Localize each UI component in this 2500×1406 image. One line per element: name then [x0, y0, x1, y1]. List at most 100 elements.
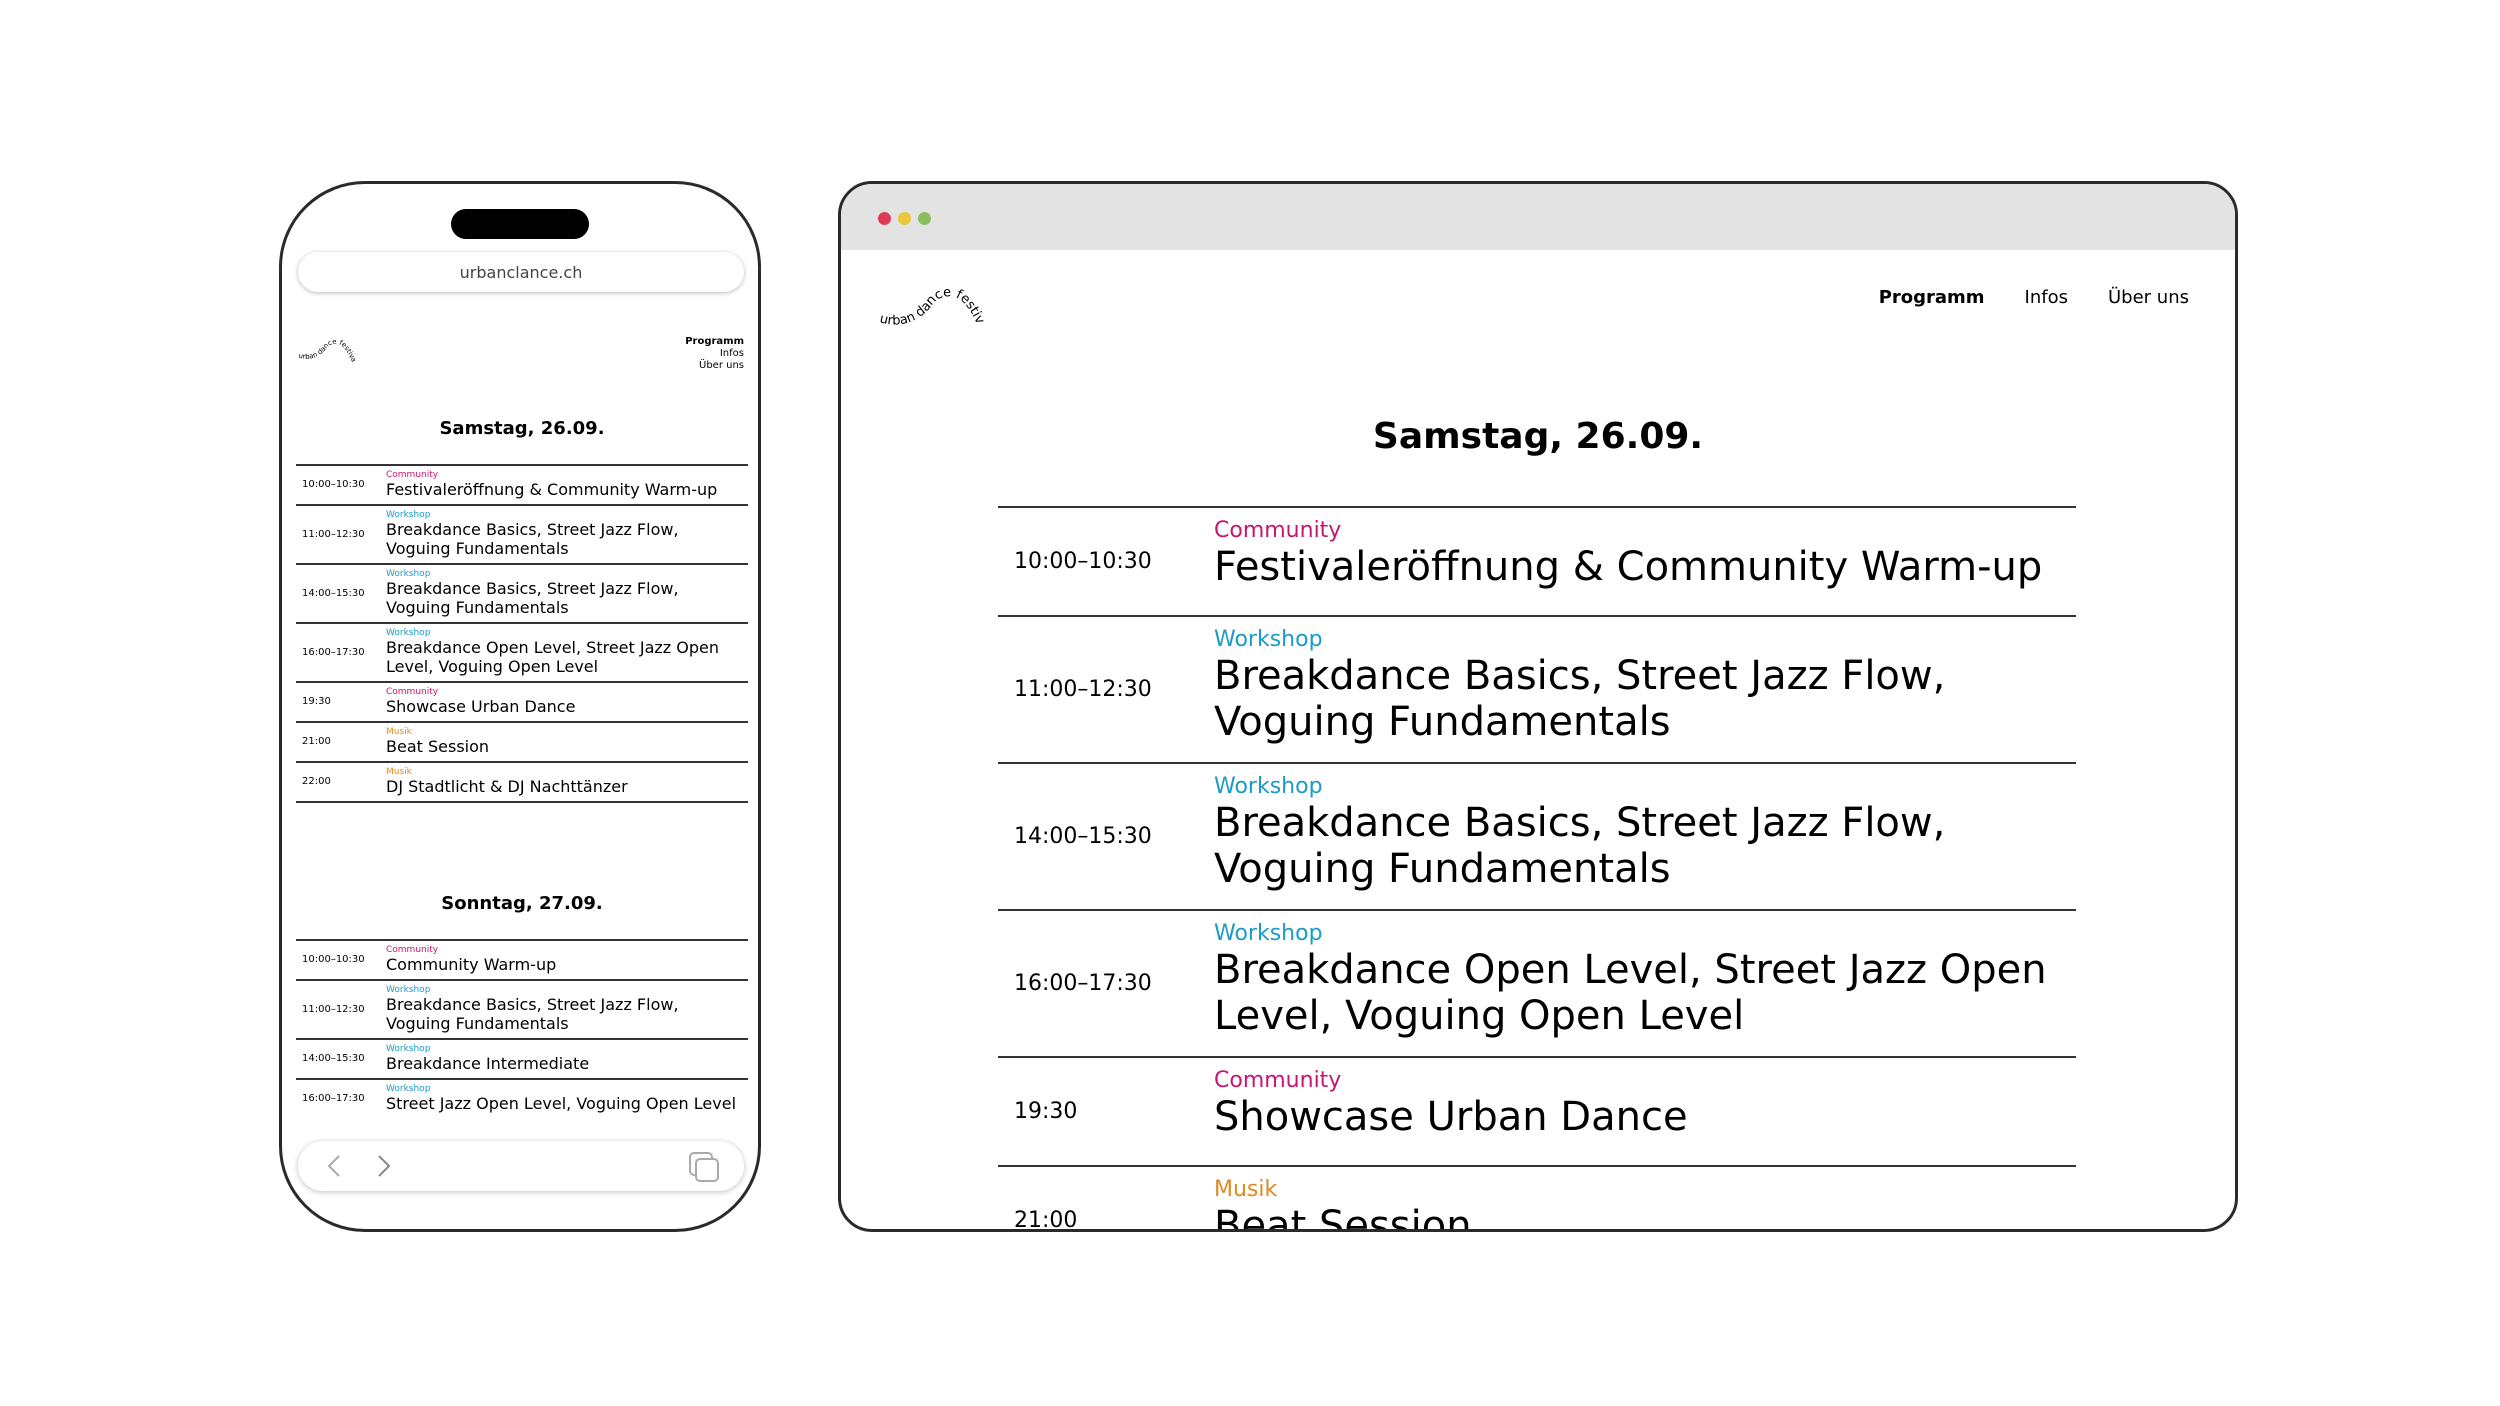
desktop-main-nav: Programm Infos Über uns [1879, 287, 2189, 308]
event-category: Workshop [1214, 921, 1323, 946]
schedule-row[interactable]: 16:00–17:30 Workshop Street Jazz Open Leve… [296, 1080, 748, 1114]
event-category: Workshop [386, 985, 431, 995]
schedule-row[interactable]: 10:00–10:30 Community Festivaleröffnung & … [998, 508, 2076, 617]
event-title: Showcase Urban Dance [1214, 1094, 1688, 1140]
phone-nav-programm[interactable]: Programm [685, 336, 744, 348]
event-body: Workshop Breakdance Basics, Street Jazz F… [386, 985, 748, 1033]
phone-mockup: urbanclance.ch urban dance festival Prog… [279, 181, 761, 1232]
phone-address-bar[interactable]: urbanclance.ch [298, 252, 744, 292]
event-body: Community Showcase Urban Dance [1214, 1058, 2076, 1165]
event-title: Showcase Urban Dance [386, 697, 576, 716]
event-body: Workshop Breakdance Intermediate [386, 1044, 748, 1073]
schedule-row[interactable]: 16:00–17:30 Workshop Breakdance Open Level… [998, 911, 2076, 1058]
back-arrow-icon[interactable] [322, 1153, 348, 1179]
schedule-row[interactable]: 19:30 Community Showcase Urban Dance [998, 1058, 2076, 1167]
maximize-window-dot[interactable] [918, 212, 931, 225]
event-category: Musik [386, 767, 412, 777]
event-category: Community [1214, 1068, 1342, 1093]
schedule-list: 10:00–10:30 Community Festivaleröffnung & … [296, 464, 748, 803]
event-time: 16:00–17:30 [1014, 971, 1152, 996]
event-body: Musik Beat Session [1214, 1167, 2076, 1232]
event-title: DJ Stadtlicht & DJ Nachttänzer [386, 777, 628, 796]
event-time: 10:00–10:30 [302, 954, 365, 965]
day-heading: Samstag, 26.09. [439, 418, 605, 439]
schedule-row[interactable]: 22:00 Musik DJ Stadtlicht & DJ Nachttänzer [296, 763, 748, 803]
event-title: Beat Session [386, 737, 490, 756]
event-category: Community [386, 687, 439, 697]
svg-text:urban dance festival: urban dance festival [875, 280, 987, 329]
event-time: 16:00–17:30 [302, 1093, 365, 1104]
tabs-icon[interactable] [686, 1149, 722, 1185]
phone-main-nav: Programm Infos Über uns [685, 336, 744, 372]
event-body: Community Festivaleröffnung & Community W… [1214, 508, 2076, 615]
phone-url-text: urbanclance.ch [459, 262, 583, 282]
nav-programm[interactable]: Programm [1879, 287, 1985, 308]
event-title: Breakdance Basics, Street Jazz Flow, Vog… [386, 520, 679, 558]
forward-arrow-icon[interactable] [370, 1153, 396, 1179]
event-time: 16:00–17:30 [302, 646, 365, 658]
event-title: Breakdance Intermediate [386, 1054, 590, 1073]
event-category: Workshop [386, 1084, 431, 1094]
event-body: Workshop Breakdance Basics, Street Jazz F… [1214, 617, 2076, 762]
nav-ueber-uns[interactable]: Über uns [2108, 287, 2189, 308]
event-time: 19:30 [1014, 1099, 1078, 1124]
event-category: Workshop [386, 628, 431, 638]
schedule-row[interactable]: 14:00–15:30 Workshop Breakdance Basics, St… [296, 565, 748, 624]
event-category: Workshop [386, 1044, 431, 1054]
minimize-window-dot[interactable] [898, 212, 911, 225]
schedule-row[interactable]: 10:00–10:30 Community Festivaleröffnung & … [296, 466, 748, 506]
event-time: 11:00–12:30 [1014, 677, 1152, 702]
event-body: Musik Beat Session [386, 727, 748, 756]
festival-logo-desktop[interactable]: urban dance festival [875, 280, 995, 340]
event-body: Workshop Breakdance Open Level, Street Ja… [386, 628, 748, 676]
event-body: Workshop Breakdance Open Level, Street Ja… [1214, 911, 2076, 1056]
event-title: Breakdance Basics, Street Jazz Flow, Vog… [386, 579, 679, 617]
event-title: Street Jazz Open Level, Voguing Open Lev… [386, 1094, 737, 1113]
phone-notch [451, 209, 589, 239]
nav-infos[interactable]: Infos [2025, 287, 2068, 308]
event-body: Community Showcase Urban Dance [386, 687, 748, 716]
event-category: Workshop [1214, 627, 1323, 652]
schedule-row[interactable]: 14:00–15:30 Workshop Breakdance Intermedia… [296, 1040, 748, 1080]
event-body: Workshop Breakdance Basics, Street Jazz F… [386, 569, 748, 617]
phone-nav-ueber-uns[interactable]: Über uns [685, 360, 744, 372]
event-title: Beat Session [1214, 1203, 1472, 1232]
schedule-list: 10:00–10:30 Community Community Warm-up 11:… [296, 939, 748, 1114]
schedule-row[interactable]: 11:00–12:30 Workshop Breakdance Basics, St… [296, 981, 748, 1040]
event-body: Community Festivaleröffnung & Community W… [386, 470, 748, 499]
event-title: Breakdance Open Level, Street Jazz Open … [386, 638, 720, 676]
event-category: Workshop [1214, 774, 1323, 799]
event-time: 10:00–10:30 [302, 479, 365, 490]
close-window-dot[interactable] [878, 212, 891, 225]
event-category: Community [1214, 518, 1342, 543]
event-category: Community [386, 470, 439, 480]
event-body: Musik DJ Stadtlicht & DJ Nachttänzer [386, 767, 748, 796]
event-time: 21:00 [302, 736, 331, 747]
event-time: 21:00 [1014, 1208, 1078, 1232]
schedule-row[interactable]: 21:00 Musik Beat Session [296, 723, 748, 763]
phone-nav-infos[interactable]: Infos [685, 348, 744, 360]
event-time: 14:00–15:30 [302, 1053, 365, 1064]
event-body: Community Community Warm-up [386, 945, 748, 974]
browser-titlebar [841, 184, 2235, 250]
desktop-schedule: 10:00–10:30 Community Festivaleröffnung & … [998, 506, 2076, 1232]
schedule-row[interactable]: 21:00 Musik Beat Session [998, 1167, 2076, 1232]
event-time: 14:00–15:30 [302, 587, 365, 599]
schedule-row[interactable]: 10:00–10:30 Community Community Warm-up [296, 941, 748, 981]
event-body: Workshop Breakdance Basics, Street Jazz F… [1214, 764, 2076, 909]
schedule-row[interactable]: 11:00–12:30 Workshop Breakdance Basics, St… [998, 617, 2076, 764]
event-title: Breakdance Open Level, Street Jazz Open … [1214, 947, 2047, 1039]
event-category: Musik [1214, 1177, 1278, 1202]
schedule-row[interactable]: 11:00–12:30 Workshop Breakdance Basics, St… [296, 506, 748, 565]
day-heading: Samstag, 26.09. [1372, 416, 1704, 457]
schedule-row[interactable]: 19:30 Community Showcase Urban Dance [296, 683, 748, 723]
schedule-row[interactable]: 16:00–17:30 Workshop Breakdance Open Level… [296, 624, 748, 683]
schedule-row[interactable]: 14:00–15:30 Workshop Breakdance Basics, St… [998, 764, 2076, 911]
day-heading: Sonntag, 27.09. [441, 893, 603, 914]
event-time: 10:00–10:30 [1014, 549, 1152, 574]
event-time: 11:00–12:30 [302, 528, 365, 540]
event-category: Workshop [386, 510, 431, 520]
event-category: Community [386, 945, 439, 955]
phone-schedule[interactable]: Samstag, 26.09. 10:00–10:30 Community Festi… [296, 414, 748, 1114]
festival-logo[interactable]: urban dance festival [296, 334, 360, 368]
